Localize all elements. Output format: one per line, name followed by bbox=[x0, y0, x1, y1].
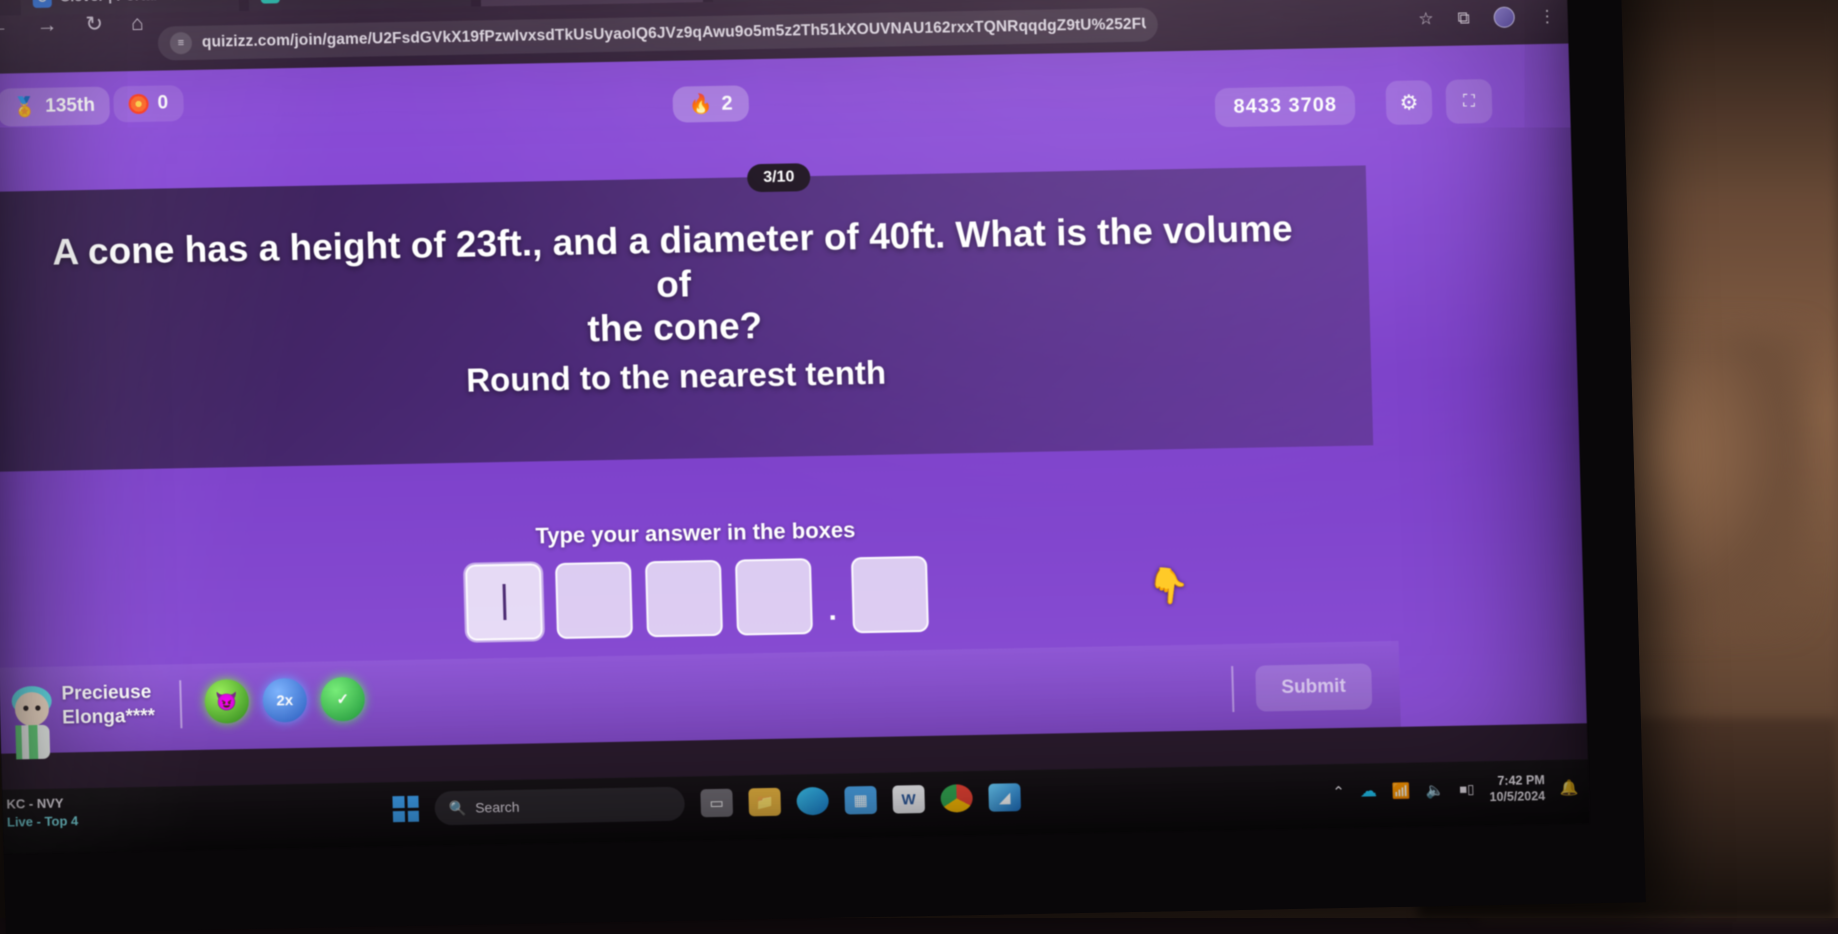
pointing-hand-cursor: 👇 bbox=[1145, 564, 1192, 609]
wifi-icon[interactable]: 📶 bbox=[1392, 782, 1411, 800]
question-counter: 3/10 bbox=[747, 163, 811, 192]
search-placeholder: Search bbox=[475, 799, 520, 816]
chrome-icon[interactable] bbox=[940, 784, 973, 813]
game-code-badge: 8433 3708 bbox=[1215, 86, 1356, 128]
submit-button[interactable]: Submit bbox=[1255, 663, 1373, 711]
screen-bezel: C Clever | Portal ✕ P Tableau d'activité… bbox=[0, 0, 1646, 934]
gear-icon[interactable]: ⚙ bbox=[1385, 80, 1432, 125]
tab-title: Tableau d'activités | Scho bbox=[287, 0, 433, 1]
screen-content: C Clever | Portal ✕ P Tableau d'activité… bbox=[0, 0, 1590, 854]
clock[interactable]: 7:42 PM 10/5/2024 bbox=[1489, 772, 1545, 806]
bookmark-icon[interactable]: ☆ bbox=[1418, 9, 1434, 29]
answer-box-1[interactable] bbox=[465, 563, 543, 640]
accuracy-value: 0 bbox=[157, 92, 168, 114]
forward-button[interactable]: → bbox=[36, 13, 58, 37]
submit-area: Submit bbox=[1231, 663, 1373, 712]
extensions-icon[interactable]: ⧉ bbox=[1457, 8, 1470, 28]
clock-time: 7:42 PM bbox=[1489, 772, 1545, 789]
apps-icon[interactable]: ▦ bbox=[844, 786, 877, 815]
answer-box-2[interactable] bbox=[555, 562, 633, 639]
double-jeopardy-powerup[interactable]: 😈 bbox=[204, 679, 249, 724]
2x-points-powerup[interactable]: 2x bbox=[262, 678, 307, 723]
omnibox-actions: ☆ ⧉ ⋮ bbox=[1418, 6, 1556, 30]
rank-value: 135th bbox=[45, 95, 95, 118]
shield-powerup[interactable]: ✓ bbox=[320, 677, 365, 722]
windows-taskbar: KC - NVY Live - Top 4 🔍 Search ▭ 📁 ▦ bbox=[2, 759, 1589, 853]
system-tray: ⌃ ☁ 📶 🔈 ■▯ 7:42 PM 10/5/2024 🔔 bbox=[1332, 771, 1579, 808]
overlay-line-2: Live - Top 4 bbox=[7, 812, 79, 831]
target-icon bbox=[128, 94, 149, 114]
pear-deck-icon: P bbox=[260, 0, 280, 3]
file-explorer-icon[interactable]: 📁 bbox=[748, 788, 781, 817]
volume-icon[interactable]: 🔈 bbox=[1425, 781, 1444, 799]
fullscreen-icon[interactable]: ⛶ bbox=[1445, 79, 1492, 124]
game-code-value: 8433 3708 bbox=[1233, 94, 1337, 119]
tab-close-icon[interactable]: ✕ bbox=[171, 0, 185, 5]
windows-start-button[interactable] bbox=[392, 796, 419, 822]
edge-icon[interactable] bbox=[796, 787, 829, 816]
clock-date: 10/5/2024 bbox=[1489, 788, 1545, 805]
question-card: A cone has a height of 23ft., and a diam… bbox=[0, 165, 1373, 471]
answer-box-3[interactable] bbox=[645, 560, 723, 637]
photos-icon[interactable]: ◢ bbox=[988, 783, 1021, 812]
answer-prompt: Type your answer in the boxes bbox=[535, 517, 856, 549]
search-icon: 🔍 bbox=[449, 799, 467, 816]
bell-icon[interactable]: 🔔 bbox=[1560, 779, 1579, 797]
player-divider bbox=[179, 680, 182, 728]
reload-button[interactable]: ↻ bbox=[85, 12, 103, 37]
submit-divider bbox=[1231, 666, 1234, 712]
word-icon[interactable]: W bbox=[892, 785, 925, 814]
task-view-icon[interactable]: ▭ bbox=[700, 789, 733, 818]
answer-boxes: . bbox=[465, 556, 929, 641]
quizizz-game: 🏅 135th 0 🔥 2 8433 3708 bbox=[0, 44, 1587, 754]
player-name: Precieuse Elonga**** bbox=[61, 681, 155, 730]
flame-icon: 🔥 bbox=[688, 92, 712, 116]
laptop-screen: C Clever | Portal ✕ P Tableau d'activité… bbox=[0, 0, 1646, 934]
site-settings-icon[interactable]: ≡ bbox=[170, 32, 193, 54]
photo-scene: C Clever | Portal ✕ P Tableau d'activité… bbox=[0, 0, 1838, 918]
answer-box-5[interactable] bbox=[851, 556, 929, 633]
search-input[interactable]: 🔍 Search bbox=[434, 787, 685, 826]
browser-menu-icon[interactable]: ⋮ bbox=[1538, 6, 1556, 26]
medal-icon: 🏅 bbox=[12, 95, 36, 119]
tray-chevron-icon[interactable]: ⌃ bbox=[1332, 783, 1345, 801]
player-name-first: Precieuse bbox=[61, 681, 155, 707]
tab-title: Clever | Portal bbox=[59, 0, 157, 5]
home-button[interactable]: ⌂ bbox=[131, 11, 144, 35]
nav-buttons: ← → ↻ ⌂ bbox=[0, 11, 144, 39]
battery-icon[interactable]: ■▯ bbox=[1459, 782, 1474, 798]
taskbar-apps: 🔍 Search ▭ 📁 ▦ W ◢ bbox=[392, 780, 1021, 826]
decimal-point: . bbox=[826, 594, 839, 628]
clever-icon: C bbox=[32, 0, 52, 7]
cloud-icon[interactable]: ☁ bbox=[1360, 782, 1378, 802]
text-caret bbox=[502, 584, 506, 620]
answer-box-4[interactable] bbox=[735, 558, 813, 635]
profile-avatar-icon[interactable] bbox=[1493, 7, 1515, 28]
avatar bbox=[1, 681, 63, 760]
overlay-line-1: KC - NVY bbox=[6, 794, 78, 813]
powerup-list: 😈 2x ✓ bbox=[204, 677, 365, 724]
streak-value: 2 bbox=[721, 92, 733, 115]
streak-badge: 🔥 2 bbox=[672, 85, 749, 122]
stream-overlay-text: KC - NVY Live - Top 4 bbox=[6, 794, 78, 830]
back-button[interactable]: ← bbox=[0, 14, 9, 38]
player-name-last: Elonga**** bbox=[62, 705, 156, 731]
